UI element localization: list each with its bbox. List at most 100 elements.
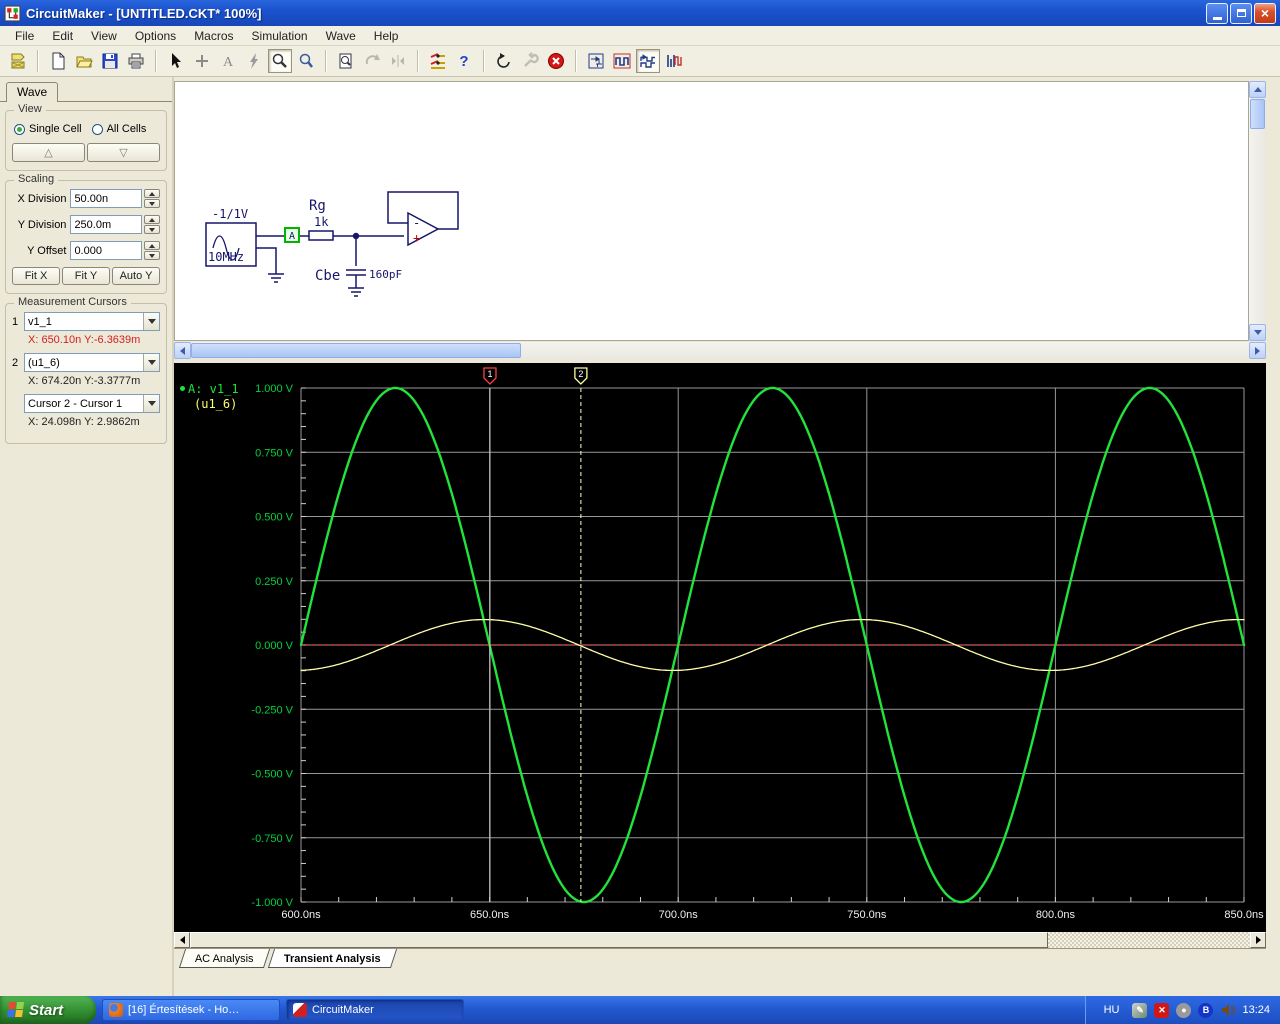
schematic-canvas[interactable]: A -1/1V 10MHz Rg 1k Cbe 160pF - + <box>174 81 1249 341</box>
menu-wave[interactable]: Wave <box>317 27 365 45</box>
scroll-right-icon[interactable] <box>1249 342 1266 359</box>
start-button[interactable]: Start <box>0 996 96 1024</box>
y-axis-label: -0.500 V <box>251 769 293 781</box>
scrollbar-thumb[interactable] <box>191 343 521 358</box>
tab-wave[interactable]: Wave <box>6 82 59 102</box>
scrollbar-thumb[interactable] <box>1250 99 1265 129</box>
minimize-button[interactable] <box>1206 2 1228 24</box>
parts-browser-icon[interactable] <box>6 49 30 73</box>
wrench-icon[interactable] <box>518 49 542 73</box>
menu-simulation[interactable]: Simulation <box>243 27 317 45</box>
legend-entry[interactable]: (u1_6) <box>180 396 239 411</box>
audio-device-icon[interactable]: ● <box>1176 1002 1192 1018</box>
auto-y-button[interactable]: Auto Y <box>112 267 160 285</box>
menu-help[interactable]: Help <box>365 27 408 45</box>
simulation-switches-icon[interactable] <box>426 49 450 73</box>
scrollbar-thumb[interactable] <box>190 932 1048 948</box>
y-offset-input[interactable] <box>70 241 143 260</box>
taskbar-task-active[interactable]: CircuitMaker <box>286 999 464 1021</box>
y-division-input[interactable] <box>70 215 143 234</box>
chevron-down-icon[interactable] <box>143 395 159 412</box>
security-shield-icon[interactable]: ✕ <box>1154 1002 1170 1018</box>
y-axis-label: 0.250 V <box>255 576 294 588</box>
fit-y-button[interactable]: Fit Y <box>62 267 110 285</box>
close-button[interactable]: × <box>1254 2 1276 24</box>
view-legend: View <box>14 103 46 115</box>
open-file-icon[interactable] <box>72 49 96 73</box>
single-cell-radio[interactable] <box>14 123 25 135</box>
title-bar[interactable]: CircuitMaker - [UNTITLED.CKT* 100%] × <box>0 0 1280 26</box>
scope-setup-icon[interactable] <box>584 49 608 73</box>
cell-up-button[interactable]: △ <box>12 143 85 162</box>
menu-edit[interactable]: Edit <box>43 27 82 45</box>
scroll-right-icon[interactable] <box>1250 932 1266 948</box>
y-division-spinner[interactable] <box>144 215 160 234</box>
stop-simulation-icon[interactable] <box>544 49 568 73</box>
all-cells-radio[interactable] <box>91 123 103 135</box>
delete-lightning-icon[interactable] <box>242 49 266 73</box>
waveform-horizontal-scrollbar[interactable] <box>174 932 1266 948</box>
chevron-down-icon[interactable] <box>143 354 159 371</box>
cursor-diff-combo[interactable]: Cursor 2 - Cursor 1 <box>24 394 160 413</box>
resistor-name: Rg <box>309 198 326 214</box>
scroll-left-icon[interactable] <box>174 342 191 359</box>
mixed-signal-icon[interactable] <box>662 49 686 73</box>
cursor-flag-2[interactable]: 2 <box>574 367 588 385</box>
print-icon[interactable] <box>124 49 148 73</box>
y-offset-spinner[interactable] <box>144 241 160 260</box>
wire-junction <box>352 232 360 240</box>
menu-file[interactable]: File <box>6 27 43 45</box>
schematic-horizontal-scrollbar[interactable] <box>174 342 1266 359</box>
text-tool-icon[interactable]: A <box>216 49 240 73</box>
mirror-icon[interactable] <box>386 49 410 73</box>
cursor-flag-1[interactable]: 1 <box>483 367 497 385</box>
x-division-spinner[interactable] <box>144 189 160 208</box>
menu-options[interactable]: Options <box>126 27 185 45</box>
graphics-tablet-icon[interactable]: ✎ <box>1132 1002 1148 1018</box>
bluetooth-icon[interactable]: B <box>1198 1002 1214 1018</box>
taskbar-task-inactive[interactable]: [16] Értesítések - Ho… <box>102 999 280 1021</box>
y-axis-label: 0.000 V <box>255 640 294 652</box>
waveform-viewer[interactable]: A: v1_1 (u1_6) 1 2 1.000 V 0.750 V 0.500 V 0.2… <box>174 363 1266 932</box>
menu-macros[interactable]: Macros <box>185 27 242 45</box>
select-arrow-icon[interactable] <box>164 49 188 73</box>
waveform-cursor-icon[interactable] <box>636 49 660 73</box>
tab-transient-analysis[interactable]: Transient Analysis <box>267 949 397 968</box>
scroll-up-icon[interactable] <box>1249 81 1266 98</box>
menu-view[interactable]: View <box>82 27 126 45</box>
probe-label[interactable]: A <box>289 231 295 242</box>
help-icon[interactable]: ? <box>452 49 476 73</box>
chevron-down-icon[interactable] <box>143 313 159 330</box>
volume-icon[interactable] <box>1220 1003 1235 1018</box>
rotate-icon[interactable] <box>360 49 384 73</box>
scroll-down-icon[interactable] <box>1249 324 1266 341</box>
save-file-icon[interactable] <box>98 49 122 73</box>
x-axis-label: 750.0ns <box>847 909 887 921</box>
schematic-vertical-scrollbar[interactable] <box>1249 81 1266 341</box>
taskbar-clock: 13:24 <box>1242 1004 1270 1016</box>
scroll-left-icon[interactable] <box>174 932 190 948</box>
scaling-legend: Scaling <box>14 173 59 185</box>
capacitor-value: 160pF <box>369 268 402 281</box>
zoom-tool-icon[interactable] <box>294 49 318 73</box>
digital-waveform-icon[interactable] <box>610 49 634 73</box>
svg-text:A: A <box>223 55 234 70</box>
language-indicator[interactable]: HU <box>1098 1002 1126 1018</box>
tab-ac-analysis[interactable]: AC Analysis <box>178 949 270 968</box>
legend-entry[interactable]: A: v1_1 <box>180 381 239 396</box>
cell-down-button[interactable]: ▽ <box>87 143 160 162</box>
zoom-preview-icon[interactable] <box>334 49 358 73</box>
restore-button[interactable] <box>1230 2 1252 24</box>
reset-icon[interactable] <box>492 49 516 73</box>
probe-tool-icon[interactable] <box>268 49 292 73</box>
new-file-icon[interactable] <box>46 49 70 73</box>
cursor1-signal-combo[interactable]: v1_1 <box>24 312 160 331</box>
cursor2-signal-combo[interactable]: (u1_6) <box>24 353 160 372</box>
legend-bullet-icon <box>180 386 185 391</box>
wire-plus-icon[interactable] <box>190 49 214 73</box>
x-division-input[interactable] <box>70 189 143 208</box>
fit-x-button[interactable]: Fit X <box>12 267 60 285</box>
cursor1-readout: X: 650.10n Y:-6.3639m <box>28 334 141 346</box>
y-axis-label: 0.500 V <box>255 512 294 524</box>
capacitor-symbol <box>346 236 366 288</box>
